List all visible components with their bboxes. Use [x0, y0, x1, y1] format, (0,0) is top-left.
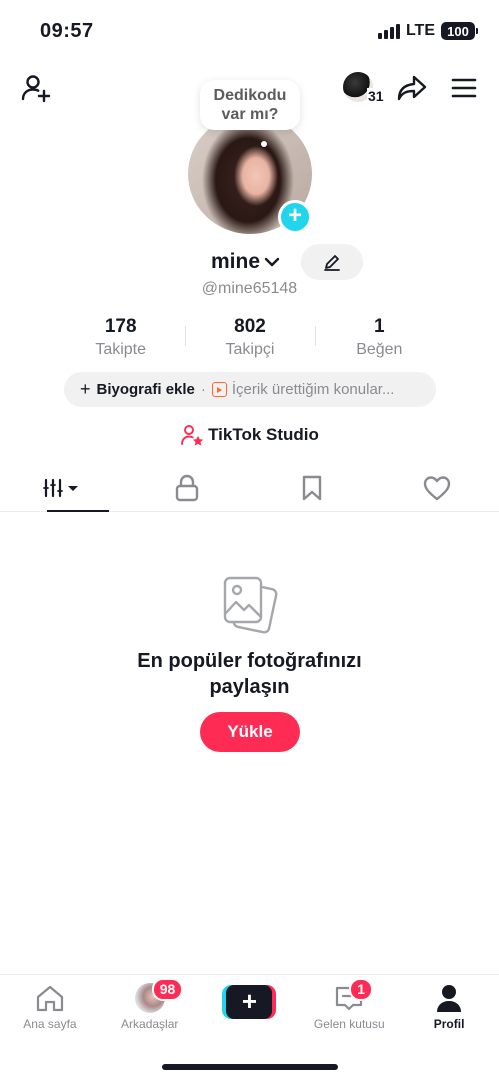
person-star-icon	[181, 425, 204, 446]
stat-value: 178	[104, 316, 137, 337]
empty-state-title: En popüler fotoğrafınızı paylaşın	[0, 648, 499, 700]
share-profile-button[interactable]	[394, 70, 430, 106]
stat-label: Beğen	[356, 341, 403, 358]
empty-title-line-2: paylaşın	[209, 676, 290, 698]
friends-badge: 98	[151, 978, 184, 1001]
share-arrow-icon	[397, 75, 427, 101]
battery-icon: 100	[441, 22, 478, 40]
empty-title-line-1: En popüler fotoğrafınızı	[137, 650, 362, 672]
bubble-line-2: var mı?	[221, 106, 279, 123]
bio-chip[interactable]: + Biyografi ekle · İçerik ürettiğim konu…	[64, 372, 436, 407]
hamburger-menu-icon	[451, 78, 477, 98]
home-indicator	[162, 1064, 338, 1070]
gossip-bubble[interactable]: Dedikodu var mı?	[200, 80, 300, 130]
status-time: 09:57	[40, 20, 94, 42]
stat-label: Takipçi	[225, 341, 275, 358]
play-icon	[211, 382, 227, 397]
bubble-line-1: Dedikodu	[213, 87, 287, 104]
display-name: mine	[211, 250, 261, 273]
nav-inbox-label: Gelen kutusu	[313, 1017, 385, 1031]
name-row: mine	[0, 244, 499, 280]
bottom-nav: Ana sayfa 98 Arkadaşlar + 1 Gelen kutusu	[0, 974, 499, 1044]
status-indicators: LTE 100	[377, 22, 478, 40]
bookmark-icon	[302, 475, 322, 500]
heart-icon	[423, 475, 450, 500]
inbox-badge: 1	[349, 978, 374, 1001]
stat-following[interactable]: 178 Takipte	[56, 314, 185, 362]
stat-value: 1	[374, 316, 385, 337]
story-count: 31	[367, 88, 385, 104]
nav-friends-label: Arkadaşlar	[121, 1017, 179, 1031]
plus-icon: +	[80, 379, 91, 399]
home-icon	[36, 985, 63, 1012]
tab-videos[interactable]	[0, 464, 125, 512]
signal-icon	[377, 23, 400, 39]
plus-icon: +	[226, 985, 273, 1019]
grid-filter-icon	[43, 478, 79, 497]
username: @mine65148	[201, 280, 298, 297]
bio-separator: ·	[200, 381, 206, 398]
stat-followers[interactable]: 802 Takipçi	[185, 314, 314, 362]
stat-value: 802	[234, 316, 266, 337]
tab-private[interactable]	[125, 464, 250, 511]
profile-icon	[437, 985, 462, 1012]
display-name-switcher[interactable]: mine	[211, 250, 282, 274]
content-topics-label: İçerik ürettiğim konular...	[231, 381, 395, 398]
nav-home-label: Ana sayfa	[23, 1017, 77, 1031]
photos-icon	[223, 576, 278, 634]
create-button[interactable]: +	[222, 985, 277, 1019]
status-bar: 09:57 LTE 100	[0, 0, 499, 60]
nav-inbox[interactable]: 1 Gelen kutusu	[299, 975, 399, 1044]
edit-profile-button[interactable]	[301, 244, 363, 280]
stat-likes[interactable]: 1 Beğen	[314, 314, 444, 362]
nav-create[interactable]: +	[200, 975, 300, 1044]
tab-saved[interactable]	[250, 464, 375, 511]
add-friend-button[interactable]	[18, 70, 54, 106]
chevron-down-icon	[264, 257, 280, 267]
add-person-icon	[21, 75, 51, 103]
nav-profile-label: Profil	[433, 1017, 465, 1031]
menu-button[interactable]	[446, 70, 482, 106]
nav-home[interactable]: Ana sayfa	[0, 975, 100, 1044]
tab-liked[interactable]	[374, 464, 499, 511]
nav-friends[interactable]: 98 Arkadaşlar	[100, 975, 200, 1044]
content-tabs	[0, 464, 499, 512]
profile-stats: 178 Takipte 802 Takipçi 1 Beğen	[56, 314, 444, 362]
network-type: LTE	[405, 22, 435, 39]
nav-profile[interactable]: Profil	[399, 975, 499, 1044]
lock-icon	[175, 474, 199, 501]
add-story-button[interactable]: +	[278, 200, 312, 234]
upload-button[interactable]: Yükle	[200, 712, 300, 752]
add-bio-label: Biyografi ekle	[96, 381, 195, 398]
tiktok-studio-link[interactable]: TikTok Studio	[0, 424, 499, 446]
stat-label: Takipte	[95, 341, 147, 358]
pencil-icon	[324, 255, 340, 271]
bubble-tail	[261, 141, 267, 147]
studio-label: TikTok Studio	[208, 425, 319, 444]
story-viewers-button[interactable]: 31	[343, 70, 385, 106]
